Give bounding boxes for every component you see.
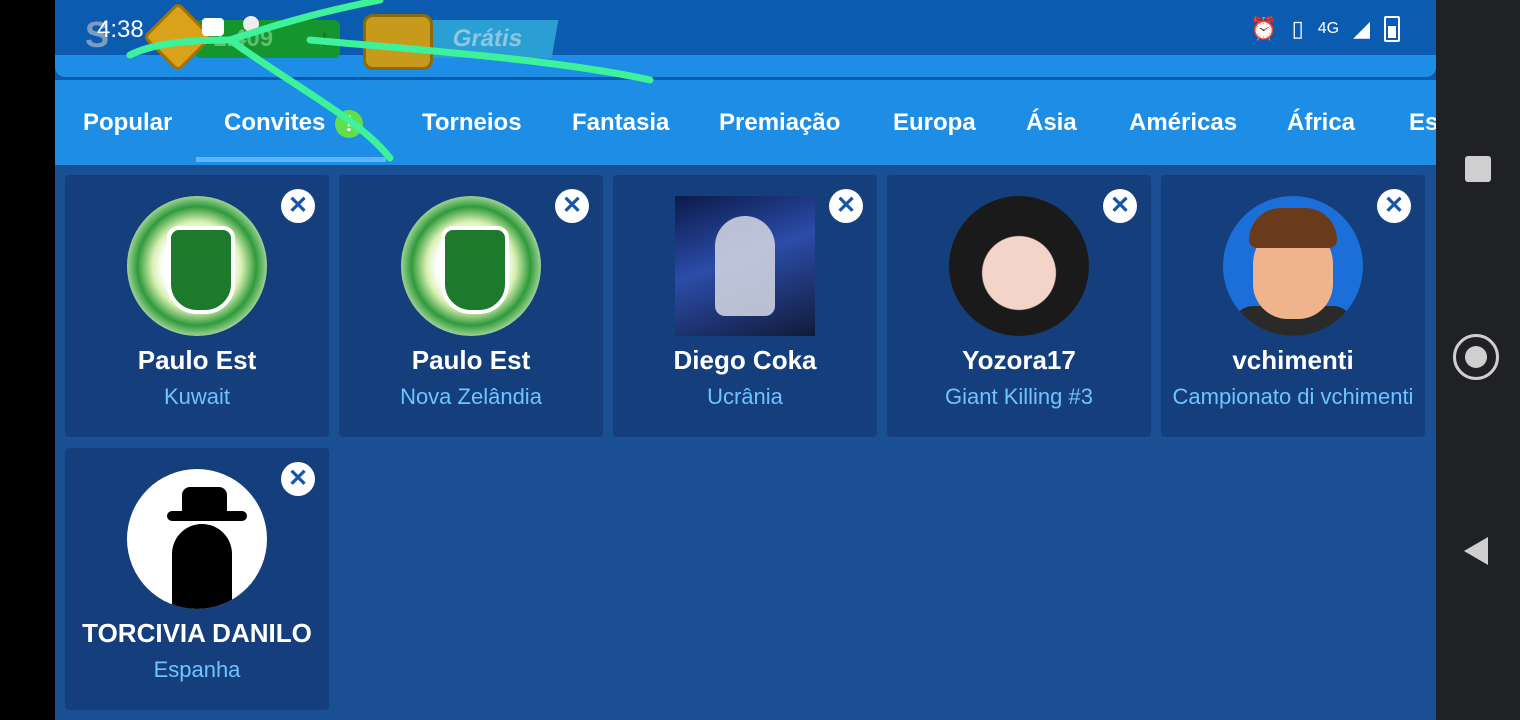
avatar: [127, 469, 267, 609]
recents-button[interactable]: [1465, 156, 1491, 182]
tab-fantasia[interactable]: Fantasia: [572, 80, 669, 165]
invite-subtitle: Giant Killing #3: [945, 384, 1093, 409]
invite-card[interactable]: ✕ Diego Coka Ucrânia: [613, 175, 877, 437]
hair-icon: [1249, 208, 1337, 248]
home-button[interactable]: [1453, 334, 1499, 380]
active-tab-indicator: [196, 157, 386, 162]
add-coins-icon[interactable]: +: [317, 20, 332, 58]
tab-convites[interactable]: Convites: [224, 80, 325, 165]
tab-torneios[interactable]: Torneios: [422, 80, 522, 165]
alert-badge-icon: !: [335, 110, 363, 138]
invite-card[interactable]: ✕ vchimenti Campionato di vchimenti: [1161, 175, 1425, 437]
tab-es[interactable]: Es: [1409, 80, 1436, 165]
app-screen: S 4:38 1.409 + Grátis ⏰ ▯ 4G ◢ Popular C…: [55, 0, 1436, 720]
close-icon[interactable]: ✕: [1377, 189, 1411, 223]
tab-premiacao[interactable]: Premiação: [719, 80, 840, 165]
invite-card[interactable]: ✕ Paulo Est Kuwait: [65, 175, 329, 437]
back-button[interactable]: [1464, 537, 1488, 565]
invite-name: Paulo Est: [411, 345, 531, 375]
youtube-notification-icon: [202, 18, 224, 36]
invite-subtitle: Nova Zelândia: [400, 384, 542, 409]
close-icon[interactable]: ✕: [555, 189, 589, 223]
hat-brim-icon: [167, 511, 247, 521]
tab-africa[interactable]: África: [1287, 80, 1355, 165]
close-icon[interactable]: ✕: [281, 462, 315, 496]
invite-subtitle: Campionato di vchimenti: [1172, 384, 1414, 409]
tab-americas[interactable]: Américas: [1129, 80, 1237, 165]
globe-notification-icon: [243, 16, 259, 32]
network-label: 4G: [1317, 20, 1340, 37]
free-label: Grátis: [450, 25, 525, 52]
close-icon[interactable]: ✕: [1103, 189, 1137, 223]
free-button[interactable]: Grátis: [416, 20, 559, 58]
tab-asia[interactable]: Ásia: [1026, 80, 1077, 165]
alarm-icon: ⏰: [1250, 16, 1278, 41]
invite-subtitle: Ucrânia: [707, 384, 783, 409]
avatar: [127, 196, 267, 336]
invite-card[interactable]: ✕ Paulo Est Nova Zelândia: [339, 175, 603, 437]
avatar: [675, 196, 815, 336]
header-strip: [55, 55, 1436, 77]
sporting-crest-icon: [441, 226, 509, 314]
invite-subtitle: Kuwait: [163, 384, 231, 409]
vibrate-icon: ▯: [1291, 16, 1304, 41]
avatar: [401, 196, 541, 336]
status-time: 4:38: [97, 16, 144, 43]
invite-name: Paulo Est: [137, 345, 257, 375]
silhouette-icon: [172, 524, 232, 609]
status-icons: ⏰ ▯ 4G ◢: [1250, 16, 1400, 42]
tab-bar: Popular Convites Torneios Fantasia Premi…: [55, 80, 1436, 165]
invite-card[interactable]: ✕ Yozora17 Giant Killing #3: [887, 175, 1151, 437]
invite-card[interactable]: ✕ TORCIVIA DANILO Espanha: [65, 448, 329, 710]
android-nav-bar: [1436, 0, 1520, 720]
tab-europa[interactable]: Europa: [893, 80, 976, 165]
close-icon[interactable]: ✕: [281, 189, 315, 223]
close-icon[interactable]: ✕: [829, 189, 863, 223]
battery-icon: [1384, 16, 1400, 42]
avatar: [949, 196, 1089, 336]
tv-reward-icon[interactable]: [363, 14, 433, 70]
signal-icon: ◢: [1353, 16, 1370, 41]
invite-name: Diego Coka: [673, 345, 817, 375]
invite-name: Yozora17: [962, 345, 1076, 375]
invite-name: vchimenti: [1232, 345, 1354, 375]
avatar: [1223, 196, 1363, 336]
top-bar: S 4:38 1.409 + Grátis ⏰ ▯ 4G ◢: [55, 0, 1436, 80]
tab-popular[interactable]: Popular: [83, 80, 172, 165]
sporting-crest-icon: [167, 226, 235, 314]
dragon-icon: [715, 216, 775, 316]
invite-name: TORCIVIA DANILO: [82, 618, 312, 648]
invite-subtitle: Espanha: [153, 657, 241, 682]
